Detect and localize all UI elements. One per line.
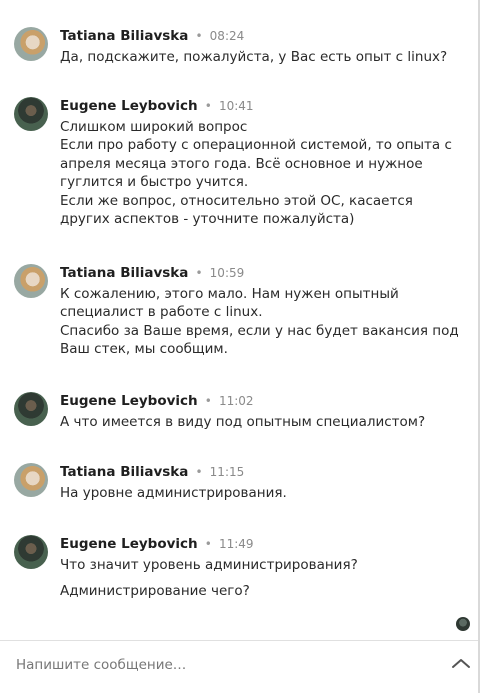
message-text: Что значит уровень администрирования? — [60, 557, 358, 573]
message-text: Да, подскажите, пожалуйста, у Вас есть о… — [60, 49, 448, 65]
message-header: Eugene Leybovich • 11:02 — [60, 390, 254, 409]
avatar[interactable] — [14, 264, 48, 298]
message-text: Администрирование чего? — [60, 583, 250, 600]
chevron-up-icon[interactable] — [450, 655, 472, 671]
author-name[interactable]: Tatiana Biliavska — [60, 28, 188, 44]
message-body: Да, подскажите, пожалуйста, у Вас есть о… — [60, 48, 460, 66]
message-header: Tatiana Biliavska • 10:59 — [60, 262, 244, 281]
message-header: Eugene Leybovich • 11:49 — [60, 533, 254, 552]
message-feed: Tatiana Biliavska • 08:24 Да, подскажите… — [0, 0, 478, 640]
author-name[interactable]: Eugene Leybovich — [60, 98, 198, 114]
separator-dot: • — [204, 394, 212, 408]
separator-dot: • — [204, 537, 212, 551]
seen-avatar-icon — [456, 617, 470, 631]
message-body: Слишком широкий вопрос Если про работу с… — [60, 118, 460, 228]
avatar[interactable] — [14, 463, 48, 497]
message-body: На уровне администрирования. — [60, 484, 460, 502]
author-name[interactable]: Eugene Leybovich — [60, 393, 198, 409]
chat-panel: Tatiana Biliavska • 08:24 Да, подскажите… — [0, 0, 480, 694]
message-time: 10:41 — [218, 99, 254, 113]
message-time: 11:15 — [209, 465, 245, 479]
message-time: 11:02 — [218, 394, 254, 408]
separator-dot: • — [204, 99, 212, 113]
message-time: 11:49 — [218, 537, 254, 551]
avatar[interactable] — [14, 392, 48, 426]
message-composer — [0, 640, 478, 694]
message-header: Tatiana Biliavska • 08:24 — [60, 25, 244, 44]
avatar[interactable] — [14, 27, 48, 61]
author-name[interactable]: Eugene Leybovich — [60, 536, 198, 552]
message-header: Tatiana Biliavska • 11:15 — [60, 461, 244, 480]
avatar[interactable] — [14, 535, 48, 569]
author-name[interactable]: Tatiana Biliavska — [60, 265, 188, 281]
message-body: А что имеется в виду под опытным специал… — [60, 413, 460, 431]
separator-dot: • — [195, 29, 203, 43]
message-time: 08:24 — [209, 29, 245, 43]
message-body: К сожалению, этого мало. Нам нужен опытн… — [60, 285, 460, 359]
message-header: Eugene Leybovich • 10:41 — [60, 95, 254, 114]
separator-dot: • — [195, 266, 203, 280]
message-text: На уровне администрирования. — [60, 485, 287, 501]
message-text: К сожалению, этого мало. Нам нужен опытн… — [60, 286, 459, 358]
author-name[interactable]: Tatiana Biliavska — [60, 464, 188, 480]
avatar[interactable] — [14, 97, 48, 131]
message-time: 10:59 — [209, 266, 245, 280]
message-body: Что значит уровень администрирования? Ад… — [60, 556, 460, 601]
message-text: А что имеется в виду под опытным специал… — [60, 414, 426, 430]
message-text: Слишком широкий вопрос Если про работу с… — [60, 119, 452, 228]
message-input[interactable] — [14, 653, 418, 677]
separator-dot: • — [195, 465, 203, 479]
